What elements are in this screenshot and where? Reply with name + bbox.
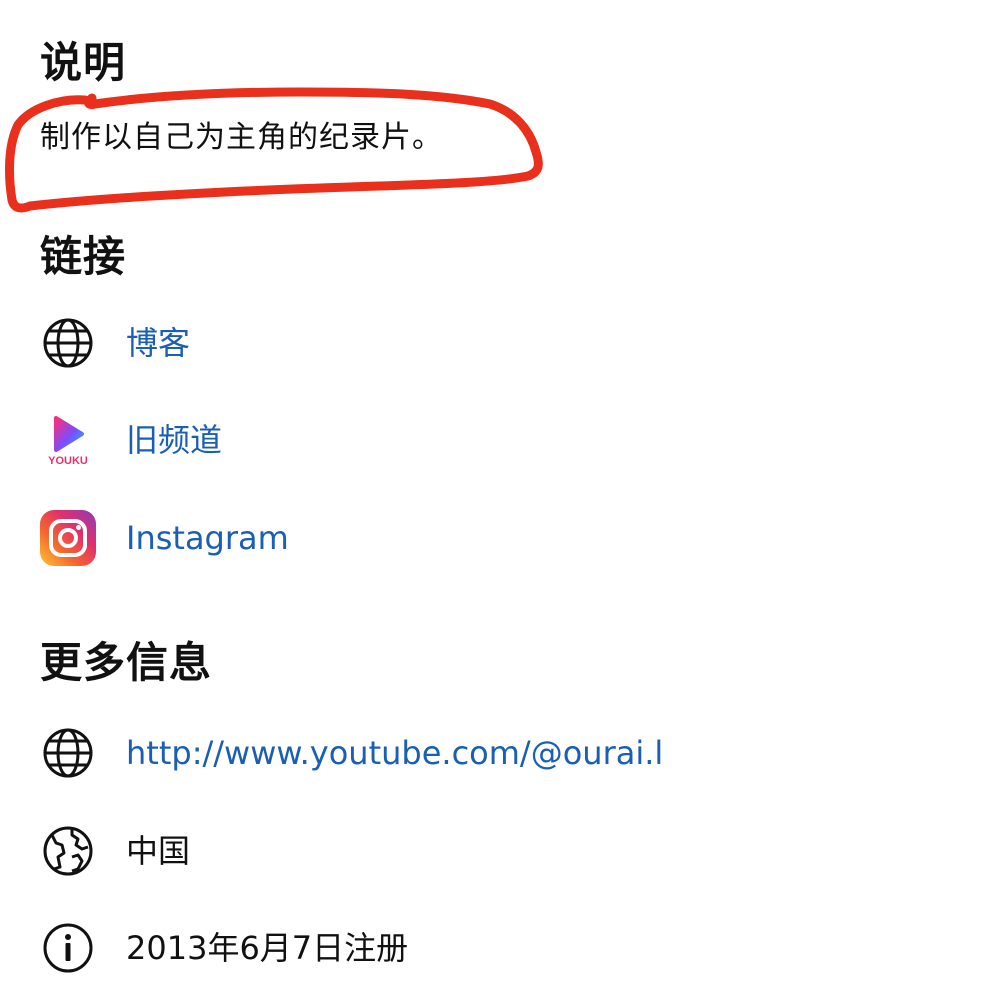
info-website[interactable]: http://www.youtube.com/@ourai.l	[38, 721, 938, 785]
globe-icon	[38, 723, 98, 783]
link-old-channel-label[interactable]: 旧频道	[126, 424, 222, 456]
link-instagram[interactable]: Instagram	[38, 506, 938, 570]
earth-icon	[38, 821, 98, 881]
youku-logo-text: YOUKU	[48, 455, 88, 467]
info-joined: 2013年6月7日注册	[38, 916, 938, 980]
globe-icon	[38, 313, 98, 373]
info-country: 中国	[38, 819, 938, 883]
links-heading: 链接	[40, 232, 127, 281]
description-heading: 说明	[40, 38, 127, 87]
instagram-icon	[38, 508, 98, 568]
link-blog-label[interactable]: 博客	[126, 327, 190, 359]
link-old-channel[interactable]: YOUKU 旧频道	[38, 408, 938, 472]
link-blog[interactable]: 博客	[38, 311, 938, 375]
more-info-heading: 更多信息	[40, 638, 213, 687]
info-icon	[38, 918, 98, 978]
country-text: 中国	[126, 832, 191, 870]
joined-date-text: 2013年6月7日注册	[126, 929, 409, 967]
link-instagram-label[interactable]: Instagram	[126, 522, 289, 554]
youku-icon: YOUKU	[38, 410, 98, 470]
website-link[interactable]: http://www.youtube.com/@ourai.l	[126, 737, 663, 769]
description-text: 制作以自己为主角的纪录片。	[40, 120, 443, 155]
channel-about-page: 说明 制作以自己为主角的纪录片。 链接 博客 YOUKU 旧频道 Instagr…	[0, 0, 1000, 1000]
